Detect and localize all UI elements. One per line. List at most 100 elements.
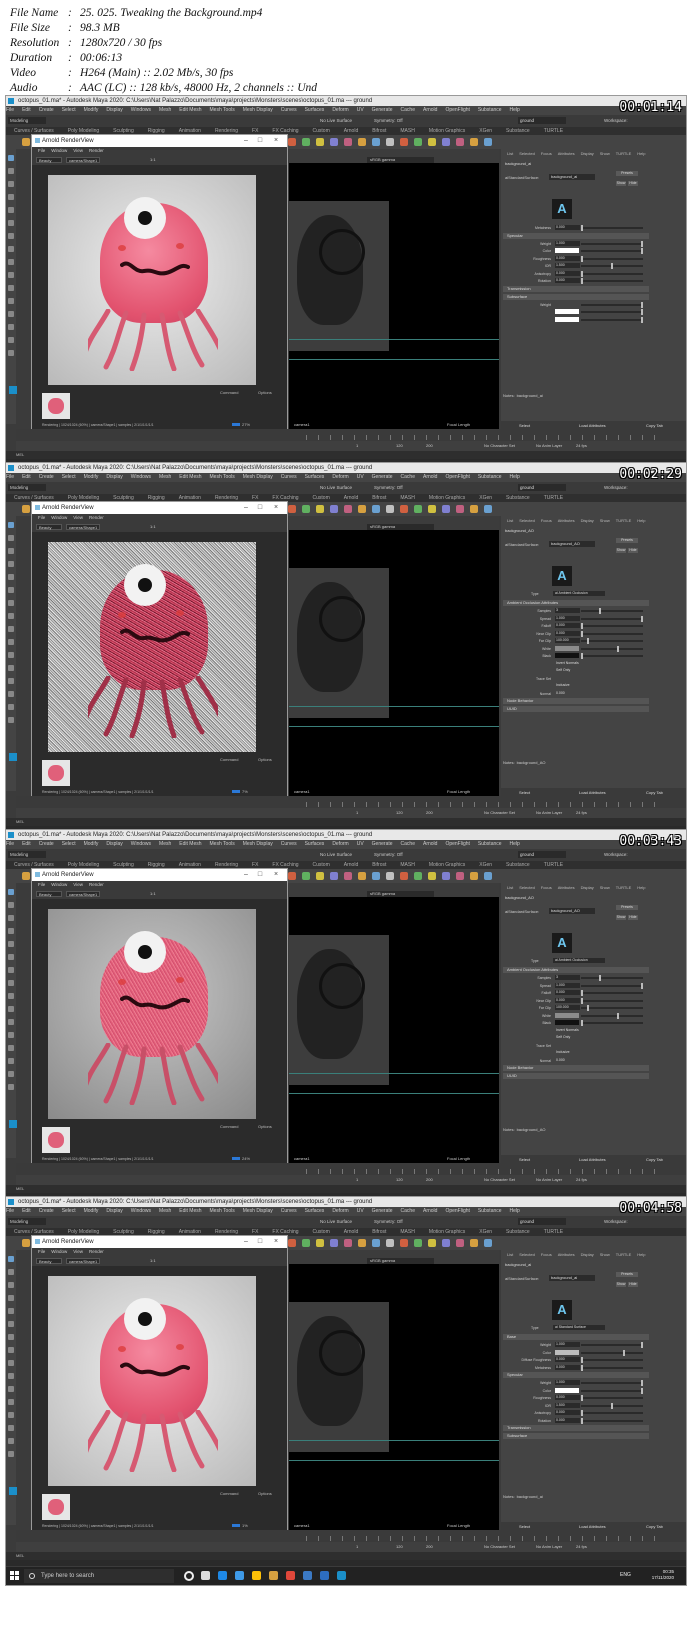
shelf-tab[interactable]: MASH bbox=[400, 1229, 414, 1235]
character-set[interactable]: No Character Set bbox=[484, 1544, 515, 1549]
tool-icon[interactable] bbox=[8, 311, 14, 317]
slider-knob[interactable] bbox=[641, 982, 643, 989]
maximize-button[interactable]: □ bbox=[254, 869, 266, 881]
menu-item[interactable]: Create bbox=[39, 1208, 54, 1214]
menu-item[interactable]: Edit bbox=[22, 107, 31, 113]
shelf-tool-icon[interactable] bbox=[386, 1239, 394, 1247]
attr-slider[interactable] bbox=[581, 225, 643, 231]
slider-knob[interactable] bbox=[581, 990, 583, 996]
attr-section-header[interactable]: Node Behavior bbox=[503, 698, 649, 704]
attribute-node-tab[interactable]: background_AO bbox=[505, 528, 534, 533]
shelf-tool-icon[interactable] bbox=[302, 1239, 310, 1247]
attr-tab[interactable]: List bbox=[507, 1252, 513, 1257]
menu-item[interactable]: Curves bbox=[281, 1208, 297, 1214]
tool-icon[interactable] bbox=[8, 220, 14, 226]
shelf-tool-icon[interactable] bbox=[400, 505, 408, 513]
fps-select[interactable]: 24 fps bbox=[576, 810, 587, 815]
tool-icon[interactable] bbox=[8, 704, 14, 710]
attr-section-header[interactable]: UUID bbox=[503, 1073, 649, 1079]
attr-value-field[interactable]: 0.000 bbox=[555, 270, 580, 276]
shelf-tool-icon[interactable] bbox=[316, 138, 324, 146]
attr-slider[interactable] bbox=[581, 263, 643, 269]
shelf-tool-icon[interactable] bbox=[470, 505, 478, 513]
slider-knob[interactable] bbox=[641, 309, 643, 315]
close-button[interactable]: × bbox=[270, 1236, 282, 1248]
attr-tab[interactable]: Display bbox=[581, 885, 594, 890]
menu-item[interactable]: Substance bbox=[478, 107, 502, 113]
attr-value-field[interactable]: Inclusive bbox=[555, 683, 616, 688]
color-swatch[interactable] bbox=[555, 309, 579, 314]
attr-value-field[interactable]: 0.000 bbox=[555, 255, 580, 261]
attr-value-field[interactable]: 0.000 bbox=[555, 1357, 580, 1362]
object-name-field[interactable]: ground bbox=[518, 484, 566, 491]
menu-item[interactable]: Cache bbox=[401, 474, 415, 480]
anim-layer[interactable]: No Anim Layer bbox=[536, 443, 562, 448]
attr-tab[interactable]: Selected bbox=[519, 1252, 535, 1257]
time-slider[interactable] bbox=[16, 429, 686, 441]
camera-select[interactable]: camera/Shape1 bbox=[66, 891, 100, 897]
menu-item[interactable]: Mesh Display bbox=[243, 474, 273, 480]
snapshot-thumbnail[interactable] bbox=[42, 760, 70, 786]
tool-icon[interactable] bbox=[8, 1269, 14, 1275]
menu-item[interactable]: Generate bbox=[372, 474, 393, 480]
menu-item[interactable]: Select bbox=[62, 474, 76, 480]
shelf-tab[interactable]: Substance bbox=[506, 495, 530, 501]
attr-value-field[interactable]: 1.000 bbox=[555, 615, 580, 621]
attr-tab[interactable]: Display bbox=[581, 151, 594, 156]
attr-tab[interactable]: Focus bbox=[541, 518, 552, 523]
tool-icon[interactable] bbox=[8, 324, 14, 330]
tool-icon[interactable] bbox=[8, 1058, 14, 1064]
attr-value-field[interactable]: 1.000 bbox=[555, 1380, 580, 1385]
menu-item[interactable]: Modify bbox=[84, 107, 99, 113]
mode-select[interactable]: Modeling bbox=[8, 851, 46, 858]
language-indicator[interactable]: ENG bbox=[620, 1572, 631, 1578]
range-end-max[interactable]: 200 bbox=[426, 1177, 433, 1182]
menu-item[interactable]: File bbox=[6, 107, 14, 113]
menu-item[interactable]: UV bbox=[357, 107, 364, 113]
attr-value-field[interactable]: 0.000 bbox=[555, 1395, 580, 1400]
range-end[interactable]: 120 bbox=[396, 1177, 403, 1182]
attr-bottom-button[interactable]: Load Attributes bbox=[579, 1524, 606, 1529]
attr-tab[interactable]: Focus bbox=[541, 151, 552, 156]
symmetry-toggle[interactable]: Symmetry: Off bbox=[374, 485, 403, 490]
shelf-tab[interactable]: MASH bbox=[400, 495, 414, 501]
menu-item[interactable]: Mesh Display bbox=[243, 841, 273, 847]
aov-select[interactable]: Beauty bbox=[36, 524, 62, 530]
shelf-tool-icon[interactable] bbox=[428, 505, 436, 513]
slider-knob[interactable] bbox=[587, 1005, 589, 1011]
attr-value-field[interactable]: 0.000 bbox=[555, 1058, 616, 1063]
renderview-menu-item[interactable]: File bbox=[38, 1249, 45, 1254]
shelf-tool-icon[interactable] bbox=[302, 138, 310, 146]
snapshot-thumbnail[interactable] bbox=[42, 1494, 70, 1520]
shelf-tool-icon[interactable] bbox=[372, 872, 380, 880]
shelf-tool-icon[interactable] bbox=[428, 138, 436, 146]
minimize-button[interactable]: – bbox=[240, 502, 252, 514]
menu-item[interactable]: Mesh Tools bbox=[210, 841, 235, 847]
menu-item[interactable]: Curves bbox=[281, 474, 297, 480]
minimize-button[interactable]: – bbox=[240, 1236, 252, 1248]
slider-knob[interactable] bbox=[581, 1417, 583, 1424]
renderview-menu-item[interactable]: Window bbox=[51, 515, 67, 520]
menu-item[interactable]: Select bbox=[62, 1208, 76, 1214]
attr-bottom-button[interactable]: Select bbox=[519, 1157, 530, 1162]
renderview-options-tab[interactable]: Options bbox=[258, 1491, 272, 1496]
menu-item[interactable]: Windows bbox=[131, 107, 151, 113]
shelf-tool-icon[interactable] bbox=[456, 138, 464, 146]
attr-section-header[interactable]: Node Behavior bbox=[503, 1065, 649, 1071]
time-slider[interactable] bbox=[16, 796, 686, 808]
menu-item[interactable]: Help bbox=[510, 107, 520, 113]
tool-icon[interactable] bbox=[8, 168, 14, 174]
menu-item[interactable]: Display bbox=[106, 1208, 122, 1214]
shelf-tool-icon[interactable] bbox=[22, 1239, 30, 1247]
attr-value-field[interactable]: 1.000 bbox=[555, 240, 580, 246]
attr-tab[interactable]: Display bbox=[581, 1252, 594, 1257]
color-swatch[interactable] bbox=[555, 1020, 579, 1025]
renderview-menu-item[interactable]: Render bbox=[89, 515, 104, 520]
symmetry-toggle[interactable]: Symmetry: Off bbox=[374, 1219, 403, 1224]
attr-bottom-button[interactable]: Load Attributes bbox=[579, 790, 606, 795]
tool-icon[interactable] bbox=[8, 1084, 14, 1090]
attr-bottom-button[interactable]: Copy Tab bbox=[646, 1524, 663, 1529]
aov-select[interactable]: Beauty bbox=[36, 157, 62, 163]
attr-value-field[interactable]: 0.000 bbox=[555, 997, 580, 1003]
attr-value-field[interactable]: 0.000 bbox=[555, 630, 580, 636]
